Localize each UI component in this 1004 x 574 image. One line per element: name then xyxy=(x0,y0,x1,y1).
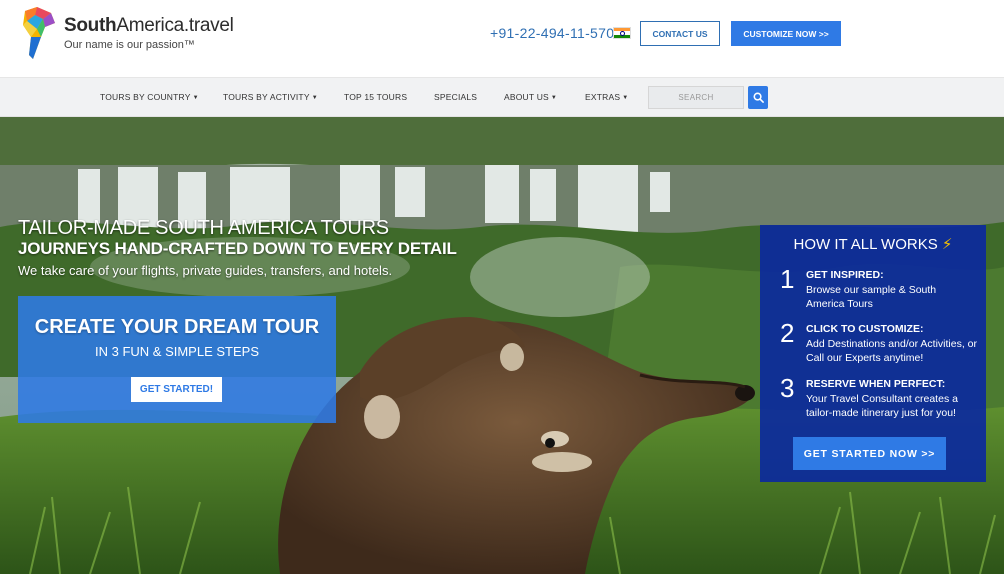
step-number: 3 xyxy=(780,373,795,403)
step-text: GET INSPIRED: Browse our sample & South … xyxy=(806,268,956,312)
caret-down-icon: ▼ xyxy=(622,95,629,101)
step-text: CLICK TO CUSTOMIZE: Add Destinations and… xyxy=(806,322,986,366)
hero-title: TAILOR-MADE SOUTH AMERICA TOURS xyxy=(18,217,389,239)
how-it-works-title: HOW IT ALL WORKS ⚡ xyxy=(793,236,953,253)
step-number: 2 xyxy=(780,318,795,348)
india-flag-icon xyxy=(613,27,631,39)
dream-tour-panel: CREATE YOUR DREAM TOUR IN 3 FUN & SIMPLE… xyxy=(18,296,336,423)
dream-tour-subtitle: IN 3 FUN & SIMPLE STEPS xyxy=(95,344,259,359)
brand[interactable]: SouthAmerica.travel Our name is our pass… xyxy=(64,15,234,51)
nav-tours-by-activity[interactable]: TOURS BY ACTIVITY ▼ xyxy=(223,92,318,102)
step-heading: GET INSPIRED: xyxy=(806,269,884,281)
step-body: Browse our sample & South America Tours xyxy=(806,283,937,311)
nav-extras[interactable]: EXTRAS ▼ xyxy=(585,92,628,102)
main-nav: TOURS BY COUNTRY ▼ TOURS BY ACTIVITY ▼ TOP… xyxy=(0,77,1004,117)
nav-tours-by-country[interactable]: TOURS BY COUNTRY ▼ xyxy=(100,92,199,102)
step-heading: RESERVE WHEN PERFECT: xyxy=(806,378,946,390)
caret-down-icon: ▼ xyxy=(311,95,318,101)
customize-now-button[interactable]: CUSTOMIZE NOW >> xyxy=(731,21,841,46)
step-text: RESERVE WHEN PERFECT: Your Travel Consul… xyxy=(806,377,971,421)
how-it-works-panel: HOW IT ALL WORKS ⚡ 1 GET INSPIRED: Brows… xyxy=(760,225,986,482)
contact-us-button[interactable]: CONTACT US xyxy=(640,21,720,46)
hero-section: TAILOR-MADE SOUTH AMERICA TOURS JOURNEYS… xyxy=(0,117,1004,574)
brand-tagline: Our name is our passion™ xyxy=(64,39,195,51)
nav-top-15-tours[interactable]: TOP 15 TOURS xyxy=(344,92,407,102)
dream-tour-title: CREATE YOUR DREAM TOUR xyxy=(34,316,320,338)
caret-down-icon: ▼ xyxy=(550,95,558,101)
caret-down-icon: ▼ xyxy=(192,95,199,101)
search-button[interactable] xyxy=(748,86,768,109)
step-body: Add Destinations and/or Activities, or C… xyxy=(806,337,978,365)
nav-about-us[interactable]: ABOUT US ▼ xyxy=(504,92,557,102)
get-started-button[interactable]: GET STARTED! xyxy=(131,377,222,402)
logo-mark[interactable] xyxy=(21,7,57,61)
hero-subtitle: JOURNEYS HAND-CRAFTED DOWN TO EVERY DETA… xyxy=(18,239,457,258)
lightning-bolt-icon: ⚡ xyxy=(941,236,953,253)
hero-description: We take care of your flights, private gu… xyxy=(18,263,393,278)
site-header: SouthAmerica.travel Our name is our pass… xyxy=(0,0,1004,77)
step-body: Your Travel Consultant creates a tailor-… xyxy=(806,392,958,420)
step-heading: CLICK TO CUSTOMIZE: xyxy=(806,323,924,335)
step-number: 1 xyxy=(780,264,795,294)
brand-name: SouthAmerica.travel xyxy=(64,15,234,36)
nav-specials[interactable]: SPECIALS xyxy=(434,92,477,102)
get-started-now-button[interactable]: GET STARTED NOW >> xyxy=(793,437,946,470)
hero-headline-block: TAILOR-MADE SOUTH AMERICA TOURS JOURNEYS… xyxy=(18,217,457,278)
search-icon xyxy=(753,92,764,103)
phone-number[interactable]: +91-22-494-11-570 xyxy=(490,25,614,41)
search-input[interactable]: SEARCH xyxy=(648,86,744,109)
